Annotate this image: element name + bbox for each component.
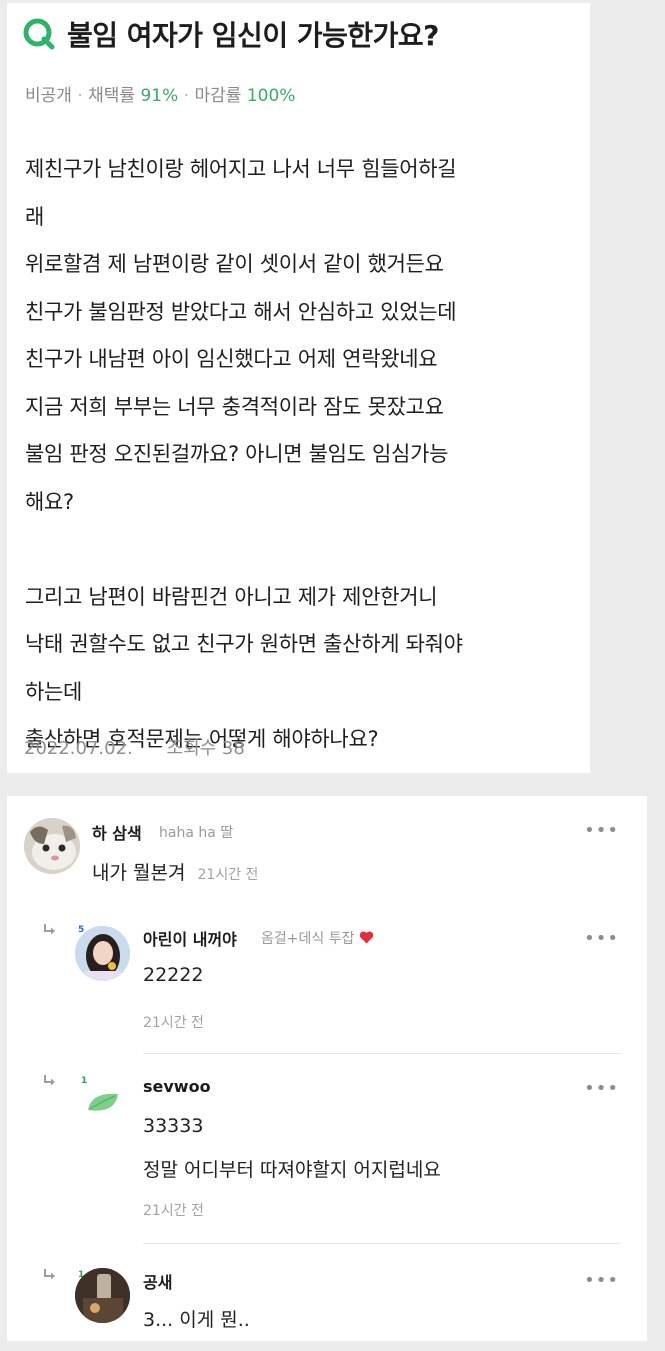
body-line: 그리고 남편이 바람핀건 아니고 제가 제안한거니 bbox=[25, 584, 438, 609]
close-rate: 100% bbox=[246, 86, 296, 106]
more-options-icon[interactable]: ••• bbox=[584, 1270, 619, 1291]
avatar-leaf[interactable] bbox=[85, 1088, 121, 1118]
reply-arrow-icon bbox=[44, 1269, 55, 1280]
body-line: 낙태 권할수도 없고 친구가 원하면 출산하게 돠줘야 bbox=[25, 632, 463, 656]
comment-time: 21시간 전 bbox=[197, 867, 259, 883]
leaf-icon bbox=[88, 1093, 118, 1111]
user-tag-text: 옴걸+데식 투잡 bbox=[261, 931, 355, 947]
more-options-icon[interactable]: ••• bbox=[584, 1078, 619, 1099]
divider bbox=[143, 1053, 621, 1054]
comment-user-tag: haha ha 딸 bbox=[159, 825, 234, 841]
comment-body: 정말 어디부터 따져야할지 어지럽네요 bbox=[143, 1159, 441, 1181]
question-q-icon bbox=[23, 18, 55, 50]
comment-time: 21시간 전 bbox=[143, 1015, 204, 1031]
comment-user-tag: 옴걸+데식 투잡 bbox=[261, 928, 374, 948]
close-label: 마감률 bbox=[194, 86, 242, 106]
adopt-label: 채택률 bbox=[88, 86, 136, 106]
avatar-girl[interactable] bbox=[75, 926, 130, 981]
comment-nickname[interactable]: 공새 bbox=[143, 1269, 172, 1293]
post-date: 2022.07.02. bbox=[24, 738, 133, 759]
comment-text: 내가 뭘본겨 21시간 전 bbox=[92, 858, 258, 885]
comment-body: 내가 뭘본겨 bbox=[92, 862, 186, 884]
profile-photo-icon bbox=[75, 926, 130, 981]
comment-nickname[interactable]: sevwoo bbox=[143, 1077, 211, 1096]
comments-card: 하 삼색 haha ha 딸 내가 뭘본겨 21시간 전 ••• 5 아린이 내… bbox=[7, 796, 647, 1341]
question-card: 불임 여자가 임신이 가능한가요? 비공개 · 채택률 91% · 마감률 10… bbox=[7, 3, 590, 773]
comment-time: 21시간 전 bbox=[143, 1203, 204, 1219]
profile-photo-icon bbox=[75, 1268, 130, 1323]
body-line: 친구가 내남편 아이 임신했다고 어제 연락왔네요 bbox=[25, 347, 438, 371]
more-options-icon[interactable]: ••• bbox=[584, 820, 619, 841]
visibility-label: 비공개 bbox=[25, 86, 72, 106]
question-footer: 2022.07.02. 조회수 38 bbox=[24, 734, 245, 760]
question-meta: 비공개 · 채택률 91% · 마감률 100% bbox=[25, 86, 296, 106]
comment-body: 22222 bbox=[143, 964, 204, 986]
body-line: 해요? bbox=[25, 489, 74, 514]
question-title: 불임 여자가 임신이 가능한가요? bbox=[67, 19, 439, 52]
cat-avatar-icon bbox=[24, 818, 80, 874]
body-line: 위로할겸 제 남편이랑 같이 셋이서 같이 했거든요 bbox=[25, 252, 444, 276]
divider bbox=[143, 1243, 621, 1244]
body-line: 불임 판정 오진된걸까요? 아니면 불임도 임심가능 bbox=[25, 442, 449, 466]
comment-body: 3... 이게 뭔.. bbox=[143, 1309, 250, 1331]
avatar-photo[interactable] bbox=[75, 1268, 130, 1323]
comment-body: 33333 bbox=[143, 1115, 204, 1137]
body-line: 래 bbox=[25, 204, 45, 229]
level-badge: 1 bbox=[81, 1076, 88, 1086]
question-body: 제친구가 남친이랑 헤어지고 나서 너무 힘들어하길 래 위로할겸 제 남편이랑… bbox=[25, 146, 585, 764]
comment-nickname[interactable]: 하 삼색 bbox=[92, 820, 142, 844]
body-line: 지금 저희 부부는 너무 충격적이라 잠도 못잤고요 bbox=[25, 394, 444, 419]
more-options-icon[interactable]: ••• bbox=[584, 928, 619, 949]
avatar-cat[interactable] bbox=[24, 818, 80, 874]
body-line: 하는데 bbox=[25, 679, 83, 704]
body-line-blank bbox=[25, 526, 585, 574]
reply-arrow-icon bbox=[44, 924, 55, 935]
body-line: 친구가 불임판정 받았다고 해서 안심하고 있었는데 bbox=[25, 299, 457, 324]
adopt-rate: 91% bbox=[140, 86, 179, 106]
view-count: 조회수 38 bbox=[166, 738, 245, 759]
body-line: 제친구가 남친이랑 헤어지고 나서 너무 힘들어하길 bbox=[25, 157, 457, 181]
reply-arrow-icon bbox=[44, 1075, 55, 1086]
comment-nickname[interactable]: 아린이 내꺼야 bbox=[143, 926, 237, 950]
heart-icon bbox=[359, 931, 374, 944]
